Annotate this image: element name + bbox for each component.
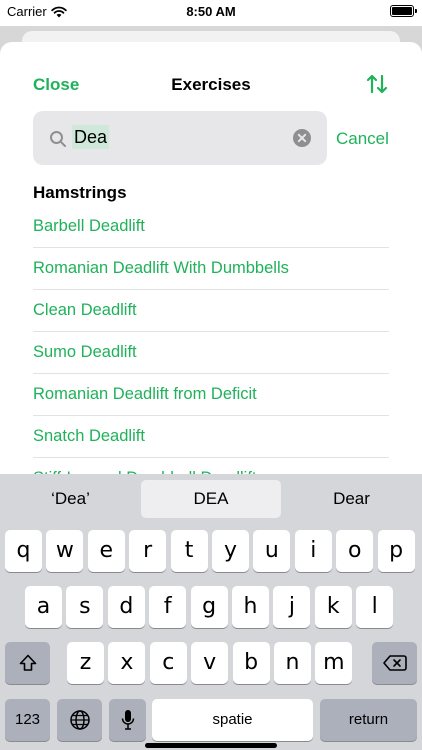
key-label: w <box>55 538 74 563</box>
key-v[interactable]: v <box>191 642 229 684</box>
key-label: y <box>223 538 238 563</box>
key-b[interactable]: b <box>232 642 270 684</box>
key-d[interactable]: d <box>107 586 145 628</box>
home-indicator <box>145 743 277 748</box>
key-g[interactable]: g <box>190 586 228 628</box>
key-label: p <box>389 538 404 563</box>
key-m[interactable]: m <box>315 642 353 684</box>
search-input[interactable]: Dea <box>33 111 327 165</box>
list-item[interactable]: Romanian Deadlift from Deficit <box>33 374 389 416</box>
key-o[interactable]: o <box>336 530 374 572</box>
list-item[interactable]: Clean Deadlift <box>33 290 389 332</box>
key-label: b <box>244 650 259 675</box>
space-key-label: spatie <box>212 711 253 728</box>
section-header: Hamstrings <box>33 183 127 202</box>
list-item[interactable]: Sumo Deadlift <box>33 332 389 374</box>
key-label: u <box>264 538 279 563</box>
key-e[interactable]: e <box>87 530 125 572</box>
key-label: g <box>202 594 217 619</box>
key-label: o <box>347 538 362 563</box>
key-n[interactable]: n <box>274 642 311 684</box>
numbers-key[interactable]: 123 <box>5 699 50 741</box>
key-label: x <box>120 650 134 675</box>
dictation-key[interactable] <box>109 699 146 741</box>
status-time: 8:50 AM <box>186 4 236 19</box>
key-label: h <box>243 594 258 619</box>
key-p[interactable]: p <box>377 530 415 572</box>
battery-fill <box>392 7 412 15</box>
key-label: i <box>310 538 317 563</box>
return-key[interactable]: return <box>320 699 417 741</box>
key-label: a <box>36 594 51 619</box>
sort-button[interactable] <box>365 72 389 96</box>
list-item[interactable]: Romanian Deadlift With Dumbbells <box>33 248 389 290</box>
battery-icon <box>390 5 417 17</box>
cancel-button[interactable]: Cancel <box>336 129 389 149</box>
suggestion-3[interactable]: Dear <box>281 480 422 518</box>
shift-key[interactable] <box>5 642 50 684</box>
list-item[interactable]: Stiff-Legged Dumbbell Deadlift <box>33 458 389 474</box>
key-y[interactable]: y <box>212 530 249 572</box>
key-x[interactable]: x <box>108 642 146 684</box>
key-j[interactable]: j <box>273 586 311 628</box>
key-label: k <box>326 594 340 619</box>
suggestion-bar: ‘Dea’ DEA Dear <box>0 480 422 518</box>
close-button[interactable]: Close <box>33 75 79 95</box>
status-bar: Carrier 8:50 AM <box>0 0 422 26</box>
clear-icon[interactable] <box>293 129 311 147</box>
key-h[interactable]: h <box>232 586 269 628</box>
key-z[interactable]: z <box>67 642 104 684</box>
key-u[interactable]: u <box>253 530 291 572</box>
key-label: r <box>143 538 153 563</box>
key-label: d <box>119 594 134 619</box>
key-label: q <box>16 538 31 563</box>
key-label: t <box>184 538 194 563</box>
sort-arrows-icon <box>366 74 388 94</box>
key-k[interactable]: k <box>314 586 352 628</box>
key-label: s <box>79 594 91 619</box>
key-label: v <box>203 650 217 675</box>
key-w[interactable]: w <box>46 530 84 572</box>
space-key[interactable]: spatie <box>152 699 313 741</box>
key-label: z <box>79 650 92 675</box>
backspace-icon <box>382 655 407 671</box>
key-label: j <box>288 594 295 619</box>
key-f[interactable]: f <box>149 586 187 628</box>
battery-outline <box>390 5 417 17</box>
list-item[interactable]: Barbell Deadlift <box>33 206 389 248</box>
exercise-list: Barbell Deadlift Romanian Deadlift With … <box>33 206 389 474</box>
key-label: e <box>99 538 114 563</box>
key-s[interactable]: s <box>66 586 104 628</box>
key-label: l <box>371 594 378 619</box>
key-r[interactable]: r <box>129 530 167 572</box>
key-label: n <box>285 650 300 675</box>
return-key-label: return <box>348 711 389 728</box>
globe-key[interactable] <box>57 699 102 741</box>
exercises-sheet: Close Exercises Dea Cancel Hamstrings Ba… <box>0 42 422 474</box>
search-value: Dea <box>72 125 110 149</box>
search-icon <box>50 131 66 147</box>
backspace-key[interactable] <box>372 642 417 684</box>
key-label: c <box>162 650 175 675</box>
keyboard: ‘Dea’ DEA Dear qwe r t y u i o p a s d f g h j k l z x c v… <box>0 474 422 750</box>
key-i[interactable]: i <box>294 530 332 572</box>
globe-icon <box>69 710 90 730</box>
list-item[interactable]: Snatch Deadlift <box>33 416 389 458</box>
numbers-key-label: 123 <box>14 711 41 728</box>
suggestion-1[interactable]: ‘Dea’ <box>0 480 141 518</box>
key-label: m <box>323 650 345 675</box>
suggestion-2[interactable]: DEA <box>141 480 281 518</box>
key-l[interactable]: l <box>356 586 394 628</box>
key-label: f <box>163 594 172 619</box>
key-q[interactable]: q <box>5 530 42 572</box>
key-c[interactable]: c <box>149 642 187 684</box>
key-t[interactable]: t <box>170 530 208 572</box>
microphone-icon <box>121 710 134 730</box>
shift-icon <box>19 654 36 671</box>
key-a[interactable]: a <box>25 586 62 628</box>
